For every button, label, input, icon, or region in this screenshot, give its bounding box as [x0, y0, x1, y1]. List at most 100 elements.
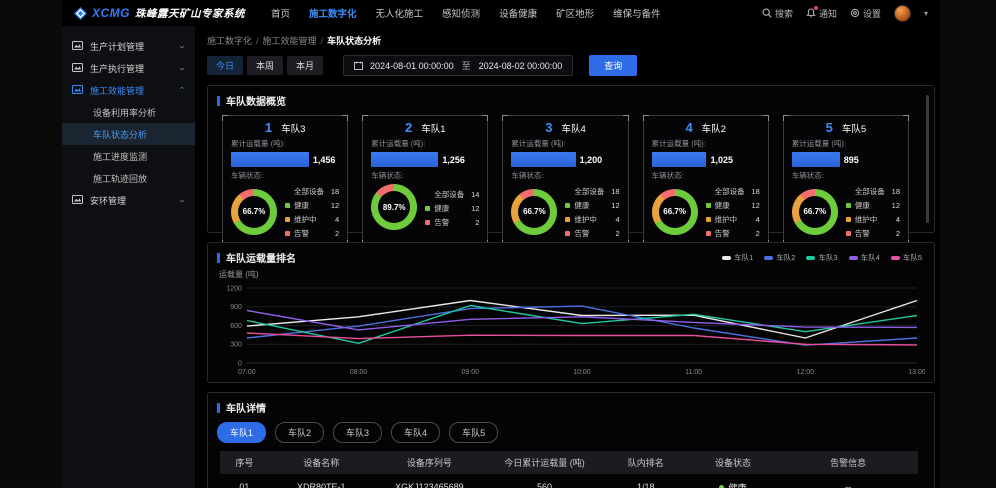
sidebar-subitem[interactable]: 施工进度监测 — [62, 145, 195, 167]
settings-button[interactable]: 设置 — [850, 7, 881, 20]
sidebar-item[interactable]: 安环管理⌄ — [62, 189, 195, 211]
legend-value: 2 — [335, 229, 339, 238]
fleet-rank: 5 — [826, 120, 833, 135]
nav-item[interactable]: 矿区地形 — [556, 6, 594, 20]
status-legend-row: 全部设备18 — [846, 186, 900, 197]
chart-legend-item[interactable]: 车队3 — [806, 252, 837, 263]
fleet-tab[interactable]: 车队1 — [217, 422, 266, 443]
avatar[interactable] — [894, 5, 911, 22]
breadcrumb-separator: / — [256, 36, 259, 46]
legend-value: 2 — [896, 229, 900, 238]
fleet-tab[interactable]: 车队5 — [449, 422, 498, 443]
chart-legend-label: 车队5 — [903, 252, 922, 263]
date-start: 2024-08-01 00:00:00 — [370, 61, 454, 71]
fleet-tabs: 车队1 车队2 车队3 车队4 车队5 — [217, 422, 925, 443]
legend-swatch — [846, 217, 851, 222]
load-bar-row: 1,456 — [231, 152, 339, 167]
legend-label: 全部设备 — [715, 186, 752, 197]
status-row: 66.7%全部设备18健康12维护中4告警2 — [511, 184, 619, 239]
sidebar-item[interactable]: 生产执行管理⌄ — [62, 57, 195, 79]
nav-item[interactable]: 施工数字化 — [309, 6, 357, 20]
section-title-detail: 车队详情 — [217, 400, 925, 415]
load-ranking-chart: 0300600900120007:0008:0009:0010:0011:001… — [217, 281, 925, 377]
load-value: 1,256 — [442, 155, 465, 165]
filter-bar: 今日本周本月 2024-08-01 00:00:00 至 2024-08-02 … — [207, 55, 935, 76]
date-range-input[interactable]: 2024-08-01 00:00:00 至 2024-08-02 00:00:0… — [343, 55, 573, 76]
breadcrumb-item[interactable]: 施工数字化 — [207, 36, 252, 46]
table-header-cell: 设备名称 — [269, 451, 374, 474]
sidebar-item-label: 生产计划管理 — [90, 40, 144, 53]
load-label: 累计运载量 (吨): — [511, 138, 619, 149]
sidebar-item[interactable]: 施工效能管理⌃ — [62, 79, 195, 101]
quick-filter-chip[interactable]: 本周 — [247, 56, 283, 75]
nav-item[interactable]: 无人化施工 — [376, 6, 424, 20]
status-legend-row: 健康12 — [425, 203, 479, 214]
nav-item[interactable]: 设备健康 — [499, 6, 537, 20]
chart-ylabel: 运载量 (吨) — [219, 269, 925, 280]
legend-value: 12 — [751, 201, 759, 210]
status-label: 车辆状态: — [231, 170, 339, 181]
overview-scrollbar[interactable] — [926, 95, 929, 223]
legend-value: 12 — [892, 201, 900, 210]
sidebar-subitem[interactable]: 施工轨迹回放 — [62, 167, 195, 189]
legend-swatch — [706, 203, 711, 208]
quick-filter-chip[interactable]: 本月 — [287, 56, 323, 75]
chart-legend-item[interactable]: 车队2 — [764, 252, 795, 263]
legend-label: 告警 — [294, 228, 335, 239]
load-label: 累计运载量 (吨): — [792, 138, 900, 149]
fleet-name: 车队3 — [281, 121, 305, 135]
xcmg-logo-icon — [74, 7, 87, 20]
search-button[interactable]: 搜索 — [762, 7, 793, 20]
legend-label: 健康 — [574, 200, 611, 211]
svg-text:12:00: 12:00 — [797, 369, 815, 376]
load-bar — [511, 152, 575, 167]
chart-legend-item[interactable]: 车队1 — [722, 252, 753, 263]
status-label: 车辆状态: — [652, 170, 760, 181]
chart-legend-item[interactable]: 车队4 — [849, 252, 880, 263]
fleet-overview-panel: 车队数据概览 1车队3累计运载量 (吨):1,456车辆状态:66.7%全部设备… — [207, 85, 935, 233]
legend-value: 12 — [471, 204, 479, 213]
status-donut: 66.7% — [792, 189, 838, 235]
sidebar-item[interactable]: 生产计划管理 ⌄ — [62, 35, 195, 57]
fleet-name: 车队2 — [702, 121, 726, 135]
nav-item[interactable]: 感知侦测 — [442, 6, 480, 20]
chart-legend-label: 车队3 — [818, 252, 837, 263]
nav-item[interactable]: 维保与备件 — [613, 6, 661, 20]
table-header-row: 序号设备名称设备序列号今日累计运载量 (吨)队内排名设备状态告警信息 — [220, 451, 918, 474]
fleet-tab[interactable]: 车队4 — [391, 422, 440, 443]
legend-label: 健康 — [434, 203, 471, 214]
donut-percent: 89.7% — [371, 184, 417, 230]
svg-text:10:00: 10:00 — [573, 369, 591, 376]
chart-legend-item[interactable]: 车队5 — [891, 252, 922, 263]
fleet-tab[interactable]: 车队3 — [333, 422, 382, 443]
status-legend-row: 健康12 — [285, 200, 339, 211]
sidebar-subitem[interactable]: 设备利用率分析 — [62, 101, 195, 123]
quick-filter-chip[interactable]: 今日 — [207, 56, 243, 75]
notifications-button[interactable]: 通知 — [806, 7, 837, 20]
sidebar-subitem[interactable]: 车队状态分析 — [62, 123, 195, 145]
table-cell: XGKJ123465689 — [374, 474, 486, 488]
status-label: 车辆状态: — [511, 170, 619, 181]
card-corner-accent — [482, 115, 488, 121]
table-cell: XDR80TE-1 — [269, 474, 374, 488]
fleet-tab[interactable]: 车队2 — [275, 422, 324, 443]
card-corner-accent — [222, 115, 228, 121]
status-legend-row: 维护中4 — [706, 214, 760, 225]
legend-swatch — [425, 206, 430, 211]
fleet-detail-panel: 车队详情 车队1 车队2 车队3 车队4 车队5 序号设备名称设备序列号今日累计运载量 … — [207, 392, 935, 488]
legend-value: 2 — [756, 229, 760, 238]
card-corner-accent — [783, 115, 789, 121]
chart-legend-label: 车队4 — [861, 252, 880, 263]
calendar-icon — [354, 61, 363, 70]
chevron-down-icon: ⌄ — [178, 42, 186, 50]
query-button[interactable]: 查询 — [589, 55, 637, 76]
breadcrumb-separator: / — [321, 36, 324, 46]
status-label: 车辆状态: — [371, 170, 479, 181]
nav-item[interactable]: 首页 — [271, 6, 290, 20]
chevron-down-icon[interactable]: ▾ — [924, 9, 928, 18]
breadcrumb-item[interactable]: 施工效能管理 — [263, 36, 317, 46]
legend-value: 18 — [892, 187, 900, 196]
status-donut: 66.7% — [652, 189, 698, 235]
legend-label: 维护中 — [715, 214, 756, 225]
sidebar-menu: 生产计划管理 ⌄ 生产执行管理⌄施工效能管理⌃设备利用率分析车队状态分析施工进度监测… — [62, 26, 195, 211]
